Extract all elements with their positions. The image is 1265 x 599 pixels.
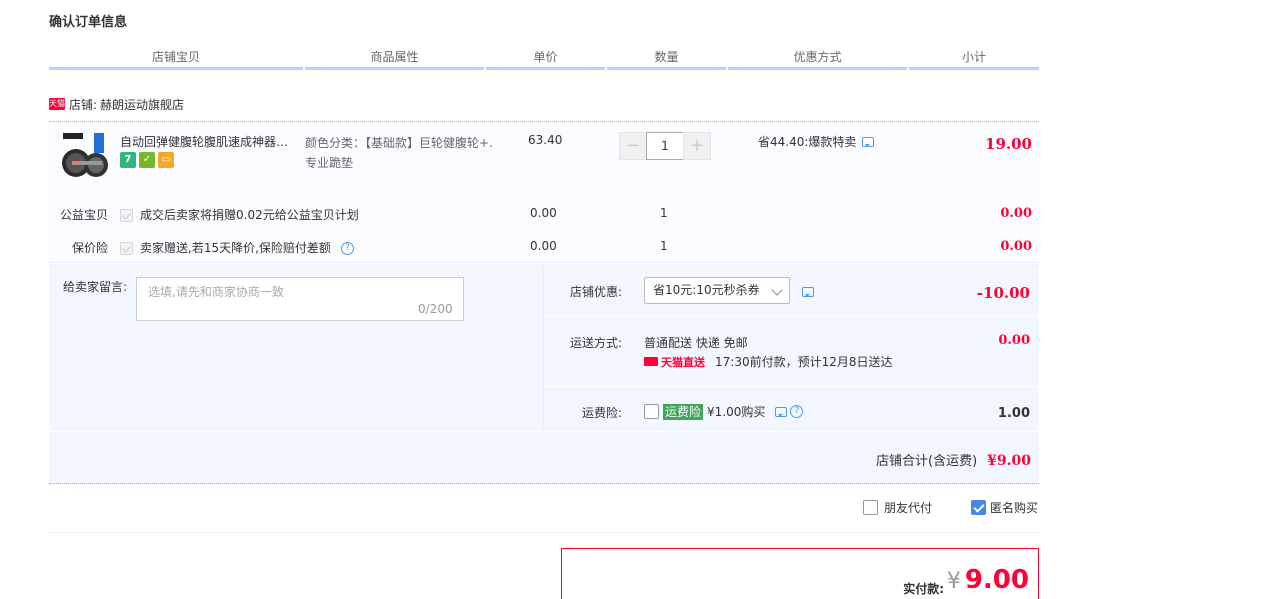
- comment-icon[interactable]: [775, 406, 788, 417]
- shop-discount-label: 店铺优惠:: [569, 285, 622, 299]
- comment-icon[interactable]: [802, 287, 814, 297]
- service-icons: 7 ✓ ▭: [120, 152, 174, 168]
- shipping-eta-row: 天猫直送 17:30前付款，预计12月8日送达: [644, 353, 893, 370]
- tmall-logo-icon: 天猫: [49, 98, 65, 110]
- quantity-decrease-button[interactable]: −: [619, 132, 647, 160]
- truck-icon: [644, 357, 658, 366]
- friend-pay-option[interactable]: 朋友代付: [863, 499, 932, 516]
- shop-line: 天猫 店铺: 赫朗运动旗舰店: [49, 96, 184, 112]
- payment-currency: ¥: [946, 569, 961, 594]
- help-icon[interactable]: ?: [340, 242, 354, 255]
- shop-discount-amount: -10.00: [976, 284, 1030, 302]
- freight-insurance-amount: 1.00: [997, 406, 1030, 421]
- price-protection-subtotal: 0.00: [1000, 239, 1032, 254]
- shop-total-amount: ¥9.00: [987, 453, 1031, 469]
- price-protection-label: 保价险: [72, 241, 109, 255]
- price-protection-price: 0.00: [530, 239, 557, 253]
- comment-icon[interactable]: [862, 136, 875, 147]
- shop-name-link[interactable]: 赫朗运动旗舰店: [100, 96, 184, 113]
- help-icon[interactable]: ?: [790, 405, 804, 418]
- shipping-label: 运送方式:: [569, 336, 622, 350]
- product-title-link[interactable]: 自动回弹健腹轮腹肌速成神器滚轮减肚子男士训练器材家用: [120, 133, 298, 150]
- unit-price: 63.40: [528, 133, 563, 147]
- charity-price: 0.00: [530, 206, 557, 220]
- quantity-stepper: − 1 +: [619, 132, 711, 160]
- separator: [49, 532, 1039, 533]
- price-protection-checkbox: [120, 242, 133, 255]
- product-attribute: 颜色分类：【基础款】巨轮健腹轮+.专业跪垫: [305, 136, 493, 170]
- item-subtotal: 19.00: [985, 135, 1032, 153]
- shop-label: 店铺:: [69, 97, 98, 112]
- freight-insurance-row: 运费险 ¥1.00购买 ?: [644, 403, 804, 420]
- charity-label: 公益宝贝: [60, 208, 109, 222]
- anonymous-purchase-label[interactable]: 匿名购买: [990, 499, 1038, 516]
- credit-card-icon[interactable]: ▭: [158, 152, 174, 168]
- price-protection-text: 卖家赠送,若15天降价,保险赔付差额: [140, 241, 331, 255]
- quantity-input[interactable]: 1: [646, 132, 684, 160]
- charity-qty: 1: [660, 206, 668, 220]
- payment-amount: ¥9.00: [947, 565, 1029, 595]
- shipping-eta: 17:30前付款，预计12月8日送达: [715, 355, 893, 369]
- panel-divider-bottom: [49, 431, 1039, 432]
- freight-insurance-label: 运费险:: [581, 406, 622, 420]
- column-header-quantity: 数量: [607, 49, 726, 70]
- column-header-attributes: 商品属性: [305, 49, 484, 70]
- anonymous-purchase-option[interactable]: 匿名购买: [971, 499, 1038, 516]
- column-header-unit-price: 单价: [486, 49, 605, 70]
- promotion: 省44.40:爆款特卖: [758, 133, 875, 150]
- seven-day-return-icon[interactable]: 7: [120, 152, 136, 168]
- shop-total: 店铺合计(含运费) ¥9.00: [876, 450, 1031, 469]
- freight-insurance-checkbox[interactable]: [644, 404, 659, 419]
- chevron-down-icon: [771, 284, 783, 296]
- column-header-shop-item: 店铺宝贝: [49, 49, 303, 70]
- payment-amount-value: 9.00: [964, 565, 1029, 595]
- charity-row: 成交后卖家将捐赠0.02元给公益宝贝计划: [120, 206, 359, 223]
- note-label: 给卖家留言:: [63, 280, 128, 294]
- column-header-subtotal: 小计: [909, 49, 1039, 70]
- column-header-promotion: 优惠方式: [728, 49, 907, 70]
- shop-discount-select[interactable]: 省10元:10元秒杀券: [644, 277, 790, 304]
- panel-divider-2: [544, 386, 1039, 387]
- charity-checkbox: [120, 209, 133, 222]
- shipping-amount: 0.00: [998, 333, 1030, 348]
- shop-discount-selected: 省10元:10元秒杀券: [653, 283, 760, 297]
- friend-pay-checkbox[interactable]: [863, 500, 878, 515]
- freight-insurance-tag: 运费险: [663, 403, 704, 420]
- page-title: 确认订单信息: [49, 15, 128, 30]
- charity-subtotal: 0.00: [1000, 206, 1032, 221]
- shipping-method: 普通配送 快递 免邮: [644, 336, 748, 350]
- payment-label: 实付款:: [903, 582, 944, 596]
- price-protection-row: 卖家赠送,若15天降价,保险赔付差额?: [120, 239, 354, 256]
- panel-divider-1: [544, 316, 1039, 317]
- seller-note-counter: 0/200: [418, 302, 453, 316]
- shop-total-label: 店铺合计(含运费): [876, 454, 978, 469]
- quantity-increase-button[interactable]: +: [683, 132, 711, 160]
- seller-note-placeholder: 选填,请先和商家协商一致: [148, 285, 284, 299]
- guarantee-icon[interactable]: ✓: [139, 152, 155, 168]
- promotion-text: 省44.40:爆款特卖: [758, 135, 857, 149]
- product-thumbnail[interactable]: [60, 131, 110, 181]
- freight-insurance-price: ¥1.00购买: [707, 405, 766, 419]
- anonymous-purchase-checkbox[interactable]: [971, 500, 986, 515]
- friend-pay-label[interactable]: 朋友代付: [884, 499, 932, 516]
- tmall-direct-badge: 天猫直送: [644, 354, 705, 370]
- charity-text: 成交后卖家将捐赠0.02元给公益宝贝计划: [140, 208, 359, 222]
- price-protection-qty: 1: [660, 239, 668, 253]
